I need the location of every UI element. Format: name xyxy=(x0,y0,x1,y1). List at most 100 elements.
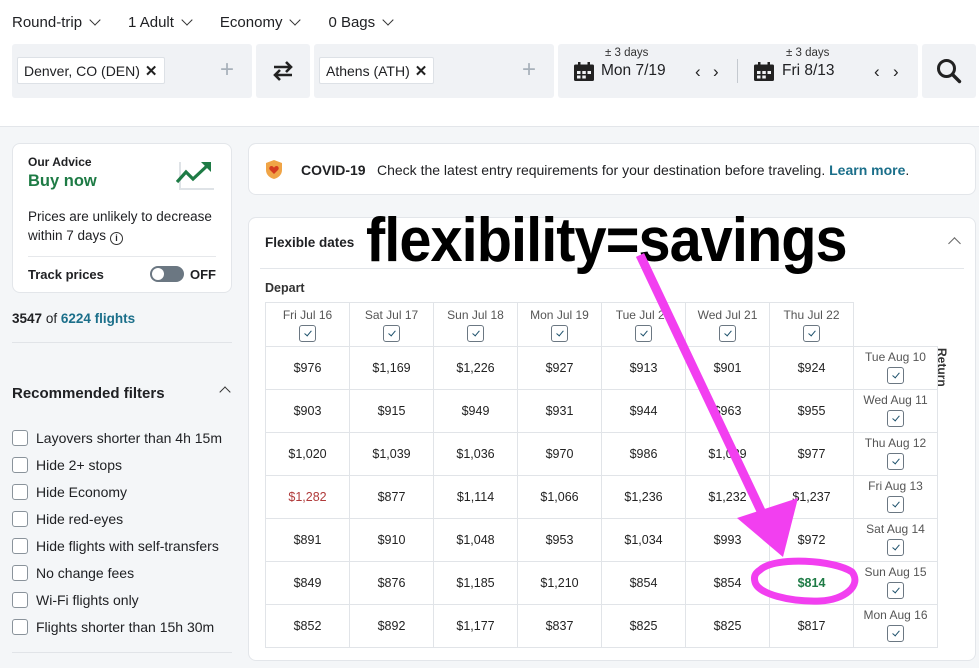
price-cell[interactable]: $1,066 xyxy=(517,475,602,519)
filter-no-change-fees[interactable]: No change fees xyxy=(12,559,222,586)
price-cell[interactable]: $963 xyxy=(685,389,770,433)
filter-wifi[interactable]: Wi-Fi flights only xyxy=(12,586,222,613)
depart-date-checkbox[interactable] xyxy=(803,325,820,342)
filter-hide-economy[interactable]: Hide Economy xyxy=(12,478,222,505)
price-cell[interactable]: $825 xyxy=(601,604,686,648)
price-cell[interactable]: $876 xyxy=(349,561,434,605)
remove-destination-icon[interactable]: ✕ xyxy=(415,62,428,80)
price-cell[interactable]: $825 xyxy=(685,604,770,648)
cabin-dropdown[interactable]: Economy xyxy=(220,14,302,31)
price-cell[interactable]: $976 xyxy=(265,346,350,390)
remove-origin-icon[interactable]: ✕ xyxy=(145,62,158,80)
return-date-checkbox[interactable] xyxy=(887,582,904,599)
price-cell[interactable]: $1,169 xyxy=(349,346,434,390)
checkbox[interactable] xyxy=(12,456,28,473)
depart-date-checkbox[interactable] xyxy=(299,325,316,342)
swap-button[interactable] xyxy=(256,44,310,98)
checkbox[interactable] xyxy=(12,510,28,527)
price-cell[interactable]: $1,029 xyxy=(685,432,770,476)
return-date[interactable]: ± 3 days Fri 8/13 ‹ › xyxy=(738,44,918,98)
price-cell[interactable]: $977 xyxy=(769,432,854,476)
price-cell[interactable]: $955 xyxy=(769,389,854,433)
price-cell[interactable]: $924 xyxy=(769,346,854,390)
price-cell[interactable]: $1,020 xyxy=(265,432,350,476)
add-origin-icon[interactable]: + xyxy=(220,58,234,82)
checkbox[interactable] xyxy=(12,618,28,635)
depart-date-checkbox[interactable] xyxy=(635,325,652,342)
price-cell[interactable]: $1,226 xyxy=(433,346,518,390)
collapse-flexible-dates-icon[interactable] xyxy=(948,237,961,250)
destination-field[interactable]: Athens (ATH) ✕ + xyxy=(314,44,554,98)
depart-date-checkbox[interactable] xyxy=(719,325,736,342)
filter-layovers[interactable]: Layovers shorter than 4h 15m xyxy=(12,424,222,451)
depart-next-icon[interactable]: › xyxy=(713,62,719,82)
price-cell[interactable]: $913 xyxy=(601,346,686,390)
price-cell[interactable]: $1,048 xyxy=(433,518,518,562)
price-cell[interactable]: $1,282 xyxy=(265,475,350,519)
price-cell[interactable]: $1,034 xyxy=(601,518,686,562)
price-cell[interactable]: $949 xyxy=(433,389,518,433)
checkbox[interactable] xyxy=(12,429,28,446)
learn-more-link[interactable]: Learn more xyxy=(829,162,905,178)
depart-date[interactable]: ± 3 days Mon 7/19 ‹ › xyxy=(558,44,738,98)
price-cell[interactable]: $931 xyxy=(517,389,602,433)
info-icon[interactable]: i xyxy=(110,232,124,245)
price-cell[interactable]: $852 xyxy=(265,604,350,648)
price-cell[interactable]: $972 xyxy=(769,518,854,562)
price-cell[interactable]: $849 xyxy=(265,561,350,605)
filter-short-flights[interactable]: Flights shorter than 15h 30m xyxy=(12,613,222,640)
return-date-checkbox[interactable] xyxy=(887,453,904,470)
price-cell[interactable]: $910 xyxy=(349,518,434,562)
price-cell[interactable]: $1,232 xyxy=(685,475,770,519)
bags-dropdown[interactable]: 0 Bags xyxy=(328,14,394,31)
track-prices-toggle[interactable] xyxy=(150,266,184,282)
return-date-checkbox[interactable] xyxy=(887,539,904,556)
results-total-link[interactable]: 6224 flights xyxy=(61,311,135,326)
passengers-dropdown[interactable]: 1 Adult xyxy=(128,14,193,31)
checkbox[interactable] xyxy=(12,564,28,581)
price-cell[interactable]: $854 xyxy=(685,561,770,605)
price-cell[interactable]: $944 xyxy=(601,389,686,433)
price-cell[interactable]: $1,237 xyxy=(769,475,854,519)
price-cell[interactable]: $892 xyxy=(349,604,434,648)
add-destination-icon[interactable]: + xyxy=(522,58,536,82)
price-cell[interactable]: $970 xyxy=(517,432,602,476)
return-date-checkbox[interactable] xyxy=(887,496,904,513)
filter-hide-red-eyes[interactable]: Hide red-eyes xyxy=(12,505,222,532)
price-cell[interactable]: $903 xyxy=(265,389,350,433)
return-date-checkbox[interactable] xyxy=(887,367,904,384)
price-cell[interactable]: $817 xyxy=(769,604,854,648)
return-date-checkbox[interactable] xyxy=(887,625,904,642)
price-cell[interactable]: $927 xyxy=(517,346,602,390)
price-cell[interactable]: $1,177 xyxy=(433,604,518,648)
collapse-filters-icon[interactable] xyxy=(219,386,231,398)
trip-type-dropdown[interactable]: Round-trip xyxy=(12,14,101,31)
depart-date-checkbox[interactable] xyxy=(551,325,568,342)
price-cell[interactable]: $891 xyxy=(265,518,350,562)
return-prev-icon[interactable]: ‹ xyxy=(874,62,880,82)
filter-hide-2-stops[interactable]: Hide 2+ stops xyxy=(12,451,222,478)
price-cell[interactable]: $993 xyxy=(685,518,770,562)
checkbox[interactable] xyxy=(12,537,28,554)
return-date-checkbox[interactable] xyxy=(887,410,904,427)
search-button[interactable] xyxy=(922,44,976,98)
price-cell[interactable]: $1,236 xyxy=(601,475,686,519)
price-cell[interactable]: $1,039 xyxy=(349,432,434,476)
price-cell[interactable]: $953 xyxy=(517,518,602,562)
price-cell[interactable]: $901 xyxy=(685,346,770,390)
depart-prev-icon[interactable]: ‹ xyxy=(695,62,701,82)
checkbox[interactable] xyxy=(12,591,28,608)
filter-self-transfers[interactable]: Hide flights with self-transfers xyxy=(12,532,222,559)
price-cell[interactable]: $915 xyxy=(349,389,434,433)
price-cell[interactable]: $1,210 xyxy=(517,561,602,605)
depart-date-checkbox[interactable] xyxy=(383,325,400,342)
price-cell[interactable]: $1,185 xyxy=(433,561,518,605)
price-cell[interactable]: $854 xyxy=(601,561,686,605)
depart-date-checkbox[interactable] xyxy=(467,325,484,342)
price-cell[interactable]: $1,036 xyxy=(433,432,518,476)
price-cell[interactable]: $1,114 xyxy=(433,475,518,519)
price-cell[interactable]: $877 xyxy=(349,475,434,519)
return-next-icon[interactable]: › xyxy=(893,62,899,82)
price-cell[interactable]: $814 xyxy=(769,561,854,605)
checkbox[interactable] xyxy=(12,483,28,500)
